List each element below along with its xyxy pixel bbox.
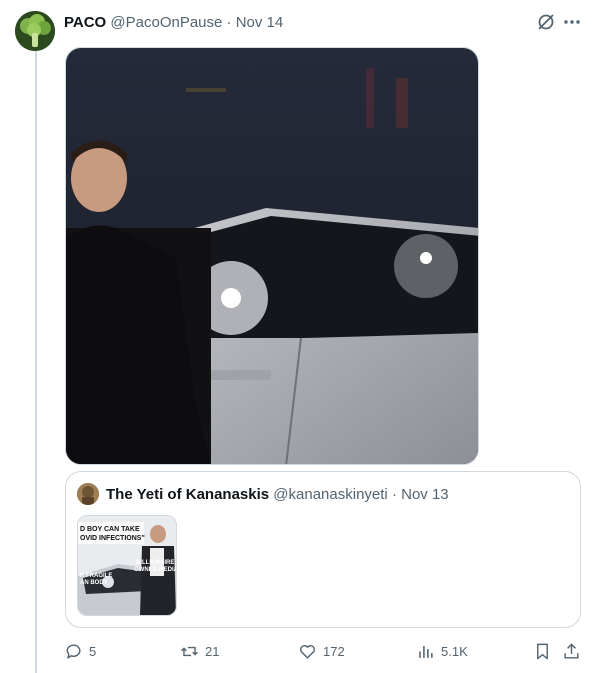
post-header: PACO @PacoOnPause · Nov 14 [64, 13, 283, 33]
meme-right-text: BILLIONAIRE [136, 560, 174, 566]
reply-button[interactable]: 5 [64, 640, 96, 662]
broccoli-avatar-image [15, 11, 55, 51]
meme-image: D BOY CAN TAKE OVID INFECTIONS" BILLIONA… [78, 516, 176, 615]
svg-text:OWNED MEDIA: OWNED MEDIA [134, 567, 176, 573]
bookmark-button[interactable] [533, 640, 552, 662]
more-icon[interactable] [562, 12, 582, 32]
quoted-separator: · [391, 486, 397, 503]
quoted-header: The Yeti of Kananaskis @kananaskinyeti ·… [106, 485, 449, 505]
post-date[interactable]: Nov 14 [236, 14, 284, 31]
user-handle[interactable]: @PacoOnPause [110, 14, 222, 31]
share-icon [564, 642, 579, 659]
action-bar: 5 21 172 5.1K [64, 640, 584, 662]
meme-left-text: R FRAGILE [80, 573, 112, 579]
quoted-post[interactable]: The Yeti of Kananaskis @kananaskinyeti ·… [65, 471, 581, 628]
quoted-avatar[interactable] [77, 483, 99, 505]
display-name[interactable]: PACO [64, 14, 106, 31]
views-count: 5.1K [441, 643, 468, 659]
like-button[interactable]: 172 [298, 640, 345, 662]
separator: · [226, 14, 232, 31]
reply-count: 5 [89, 643, 97, 659]
reply-icon [66, 643, 81, 659]
quoted-date[interactable]: Nov 13 [401, 486, 449, 503]
post-image[interactable] [65, 47, 479, 465]
yeti-avatar-image [77, 483, 99, 505]
like-count: 172 [323, 643, 345, 659]
avatar[interactable] [15, 11, 55, 51]
bookmark-icon [537, 643, 548, 659]
quoted-display-name[interactable]: The Yeti of Kananaskis [106, 486, 269, 503]
like-icon [300, 644, 315, 659]
views-icon [419, 645, 433, 658]
views-button[interactable]: 5.1K [416, 640, 468, 662]
svg-text:AN BODY: AN BODY [80, 580, 108, 586]
grok-icon[interactable] [536, 12, 556, 32]
cybertruck-photo [66, 48, 478, 464]
repost-count: 21 [205, 643, 220, 659]
repost-icon [181, 646, 198, 656]
share-button[interactable] [562, 640, 581, 662]
repost-button[interactable]: 21 [180, 640, 219, 662]
quoted-image[interactable]: D BOY CAN TAKE OVID INFECTIONS" BILLIONA… [77, 515, 177, 616]
quoted-handle[interactable]: @kananaskinyeti [273, 486, 387, 503]
meme-top-text: D BOY CAN TAKE [80, 526, 140, 533]
thread-line [35, 50, 37, 673]
svg-text:OVID INFECTIONS": OVID INFECTIONS" [80, 535, 145, 542]
